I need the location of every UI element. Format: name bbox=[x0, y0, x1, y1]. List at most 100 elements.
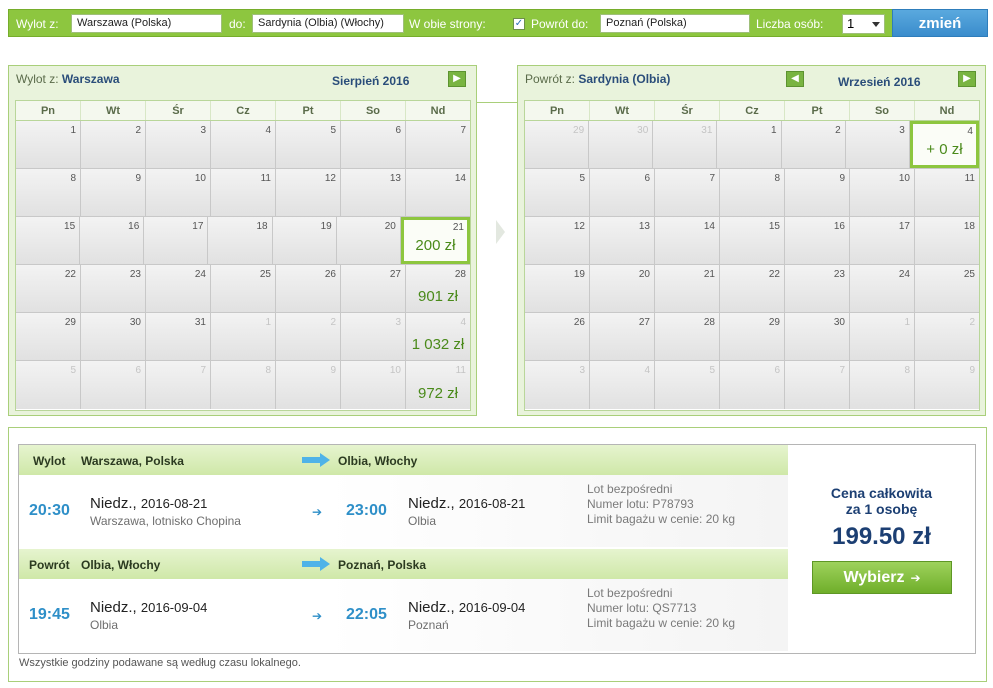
calendar-day[interactable]: 13 bbox=[590, 217, 655, 264]
calendar-day-with-price[interactable]: 11 972 zł bbox=[406, 361, 470, 409]
calendar-day[interactable]: 18 bbox=[915, 217, 979, 264]
calendar-day[interactable]: 20 bbox=[336, 217, 401, 264]
arrow-left-icon[interactable]: ◀ bbox=[786, 71, 804, 87]
day-number: 14 bbox=[454, 173, 466, 184]
calendar-day[interactable]: 10 bbox=[850, 169, 915, 216]
calendar-day-with-price[interactable]: 28 901 zł bbox=[406, 265, 470, 312]
calendar-day[interactable]: 28 bbox=[655, 313, 720, 360]
calendar-day[interactable]: 7 bbox=[406, 121, 470, 168]
calendar-day[interactable]: 9 bbox=[81, 169, 146, 216]
calendar-day[interactable]: 17 bbox=[144, 217, 209, 264]
calendar-day[interactable]: 20 bbox=[590, 265, 655, 312]
calendar-day[interactable]: 27 bbox=[590, 313, 655, 360]
calendar-day[interactable]: 7 bbox=[785, 361, 850, 409]
calendar-day[interactable]: 18 bbox=[208, 217, 273, 264]
arrow-right-icon[interactable]: ▶ bbox=[958, 71, 976, 87]
choose-button[interactable]: Wybierz ➔ bbox=[812, 561, 952, 594]
day-number: 24 bbox=[194, 269, 206, 280]
calendar-day[interactable]: 23 bbox=[785, 265, 850, 312]
calendar-day[interactable]: 14 bbox=[406, 169, 470, 216]
return-to-input[interactable]: Poznań (Polska) bbox=[600, 14, 750, 33]
calendar-day[interactable]: 24 bbox=[146, 265, 211, 312]
calendar-day[interactable]: 3 bbox=[146, 121, 211, 168]
calendar-day[interactable]: 1 bbox=[16, 121, 81, 168]
calendar-day[interactable]: 9 bbox=[915, 361, 979, 409]
calendar-day[interactable]: 19 bbox=[525, 265, 590, 312]
calendar-day[interactable]: 26 bbox=[276, 265, 341, 312]
both-ways-checkbox[interactable]: ✓ bbox=[513, 18, 525, 30]
calendar-day-with-price[interactable]: 4 1 032 zł bbox=[406, 313, 470, 360]
calendar-day[interactable]: 31 bbox=[653, 121, 718, 168]
calendar-day[interactable]: 3 bbox=[341, 313, 406, 360]
calendar-day[interactable]: 6 bbox=[720, 361, 785, 409]
change-button[interactable]: zmień bbox=[892, 9, 988, 37]
calendar-day[interactable]: 4 bbox=[590, 361, 655, 409]
calendar-day[interactable]: 1 bbox=[211, 313, 276, 360]
persons-select[interactable]: 1 bbox=[842, 14, 885, 34]
calendar-day[interactable]: 5 bbox=[276, 121, 341, 168]
calendar-day[interactable]: 2 bbox=[276, 313, 341, 360]
calendar-day[interactable]: 5 bbox=[525, 169, 590, 216]
calendar-day[interactable]: 1 bbox=[717, 121, 782, 168]
calendar-day[interactable]: 25 bbox=[915, 265, 979, 312]
from-input[interactable]: Warszawa (Polska) bbox=[71, 14, 222, 33]
calendar-day[interactable]: 21 bbox=[655, 265, 720, 312]
calendar-day[interactable]: 31 bbox=[146, 313, 211, 360]
calendar-day[interactable]: 16 bbox=[785, 217, 850, 264]
calendar-day[interactable]: 16 bbox=[80, 217, 145, 264]
calendar-day[interactable]: 2 bbox=[781, 121, 846, 168]
calendar-day[interactable]: 11 bbox=[915, 169, 979, 216]
calendar-day[interactable]: 29 bbox=[720, 313, 785, 360]
calendar-day[interactable]: 13 bbox=[341, 169, 406, 216]
calendar-day[interactable]: 26 bbox=[525, 313, 590, 360]
calendar-day[interactable]: 23 bbox=[81, 265, 146, 312]
calendar-day[interactable]: 8 bbox=[16, 169, 81, 216]
calendar-day[interactable]: 25 bbox=[211, 265, 276, 312]
calendar-day[interactable]: 14 bbox=[655, 217, 720, 264]
calendar-day[interactable]: 8 bbox=[211, 361, 276, 409]
calendar-day[interactable]: 9 bbox=[276, 361, 341, 409]
calendar-day[interactable]: 7 bbox=[146, 361, 211, 409]
calendar-day[interactable]: 6 bbox=[81, 361, 146, 409]
calendar-day[interactable]: 12 bbox=[276, 169, 341, 216]
calendar-day[interactable]: 8 bbox=[850, 361, 915, 409]
day-number: 19 bbox=[573, 269, 585, 280]
day-number: 12 bbox=[324, 173, 336, 184]
arrow-right-icon[interactable]: ▶ bbox=[448, 71, 466, 87]
calendar-day[interactable]: 30 bbox=[589, 121, 654, 168]
calendar-day[interactable]: 6 bbox=[341, 121, 406, 168]
calendar-day[interactable]: 30 bbox=[81, 313, 146, 360]
calendar-day[interactable]: 22 bbox=[720, 265, 785, 312]
calendar-day[interactable]: 11 bbox=[211, 169, 276, 216]
calendar-day[interactable]: 24 bbox=[850, 265, 915, 312]
calendar-day[interactable]: 19 bbox=[272, 217, 337, 264]
calendar-day[interactable]: 15 bbox=[16, 217, 81, 264]
calendar-day[interactable]: 29 bbox=[525, 121, 590, 168]
calendar-day[interactable]: 12 bbox=[525, 217, 590, 264]
calendar-day[interactable]: 2 bbox=[81, 121, 146, 168]
calendar-day[interactable]: 4 bbox=[211, 121, 276, 168]
calendar-day-with-price[interactable]: 21 200 zł bbox=[400, 217, 470, 264]
calendar-day[interactable]: 6 bbox=[590, 169, 655, 216]
calendar-day[interactable]: 2 bbox=[915, 313, 979, 360]
calendar-day[interactable]: 5 bbox=[16, 361, 81, 409]
day-number: 3 bbox=[899, 125, 905, 136]
calendar-day[interactable]: 9 bbox=[785, 169, 850, 216]
calendar-day[interactable]: 8 bbox=[720, 169, 785, 216]
calendar-day[interactable]: 3 bbox=[845, 121, 910, 168]
return-header: Powrót Olbia, Włochy Poznań, Polska bbox=[19, 549, 788, 579]
calendar-day[interactable]: 10 bbox=[341, 361, 406, 409]
calendar-day[interactable]: 27 bbox=[341, 265, 406, 312]
calendar-day[interactable]: 1 bbox=[850, 313, 915, 360]
calendar-day-with-price[interactable]: 4 + 0 zł bbox=[909, 121, 979, 168]
calendar-day[interactable]: 29 bbox=[16, 313, 81, 360]
calendar-day[interactable]: 15 bbox=[720, 217, 785, 264]
calendar-day[interactable]: 17 bbox=[850, 217, 915, 264]
calendar-day[interactable]: 22 bbox=[16, 265, 81, 312]
calendar-day[interactable]: 5 bbox=[655, 361, 720, 409]
calendar-day[interactable]: 3 bbox=[525, 361, 590, 409]
calendar-day[interactable]: 30 bbox=[785, 313, 850, 360]
to-input[interactable]: Sardynia (Olbia) (Włochy) bbox=[252, 14, 404, 33]
calendar-day[interactable]: 10 bbox=[146, 169, 211, 216]
calendar-day[interactable]: 7 bbox=[655, 169, 720, 216]
